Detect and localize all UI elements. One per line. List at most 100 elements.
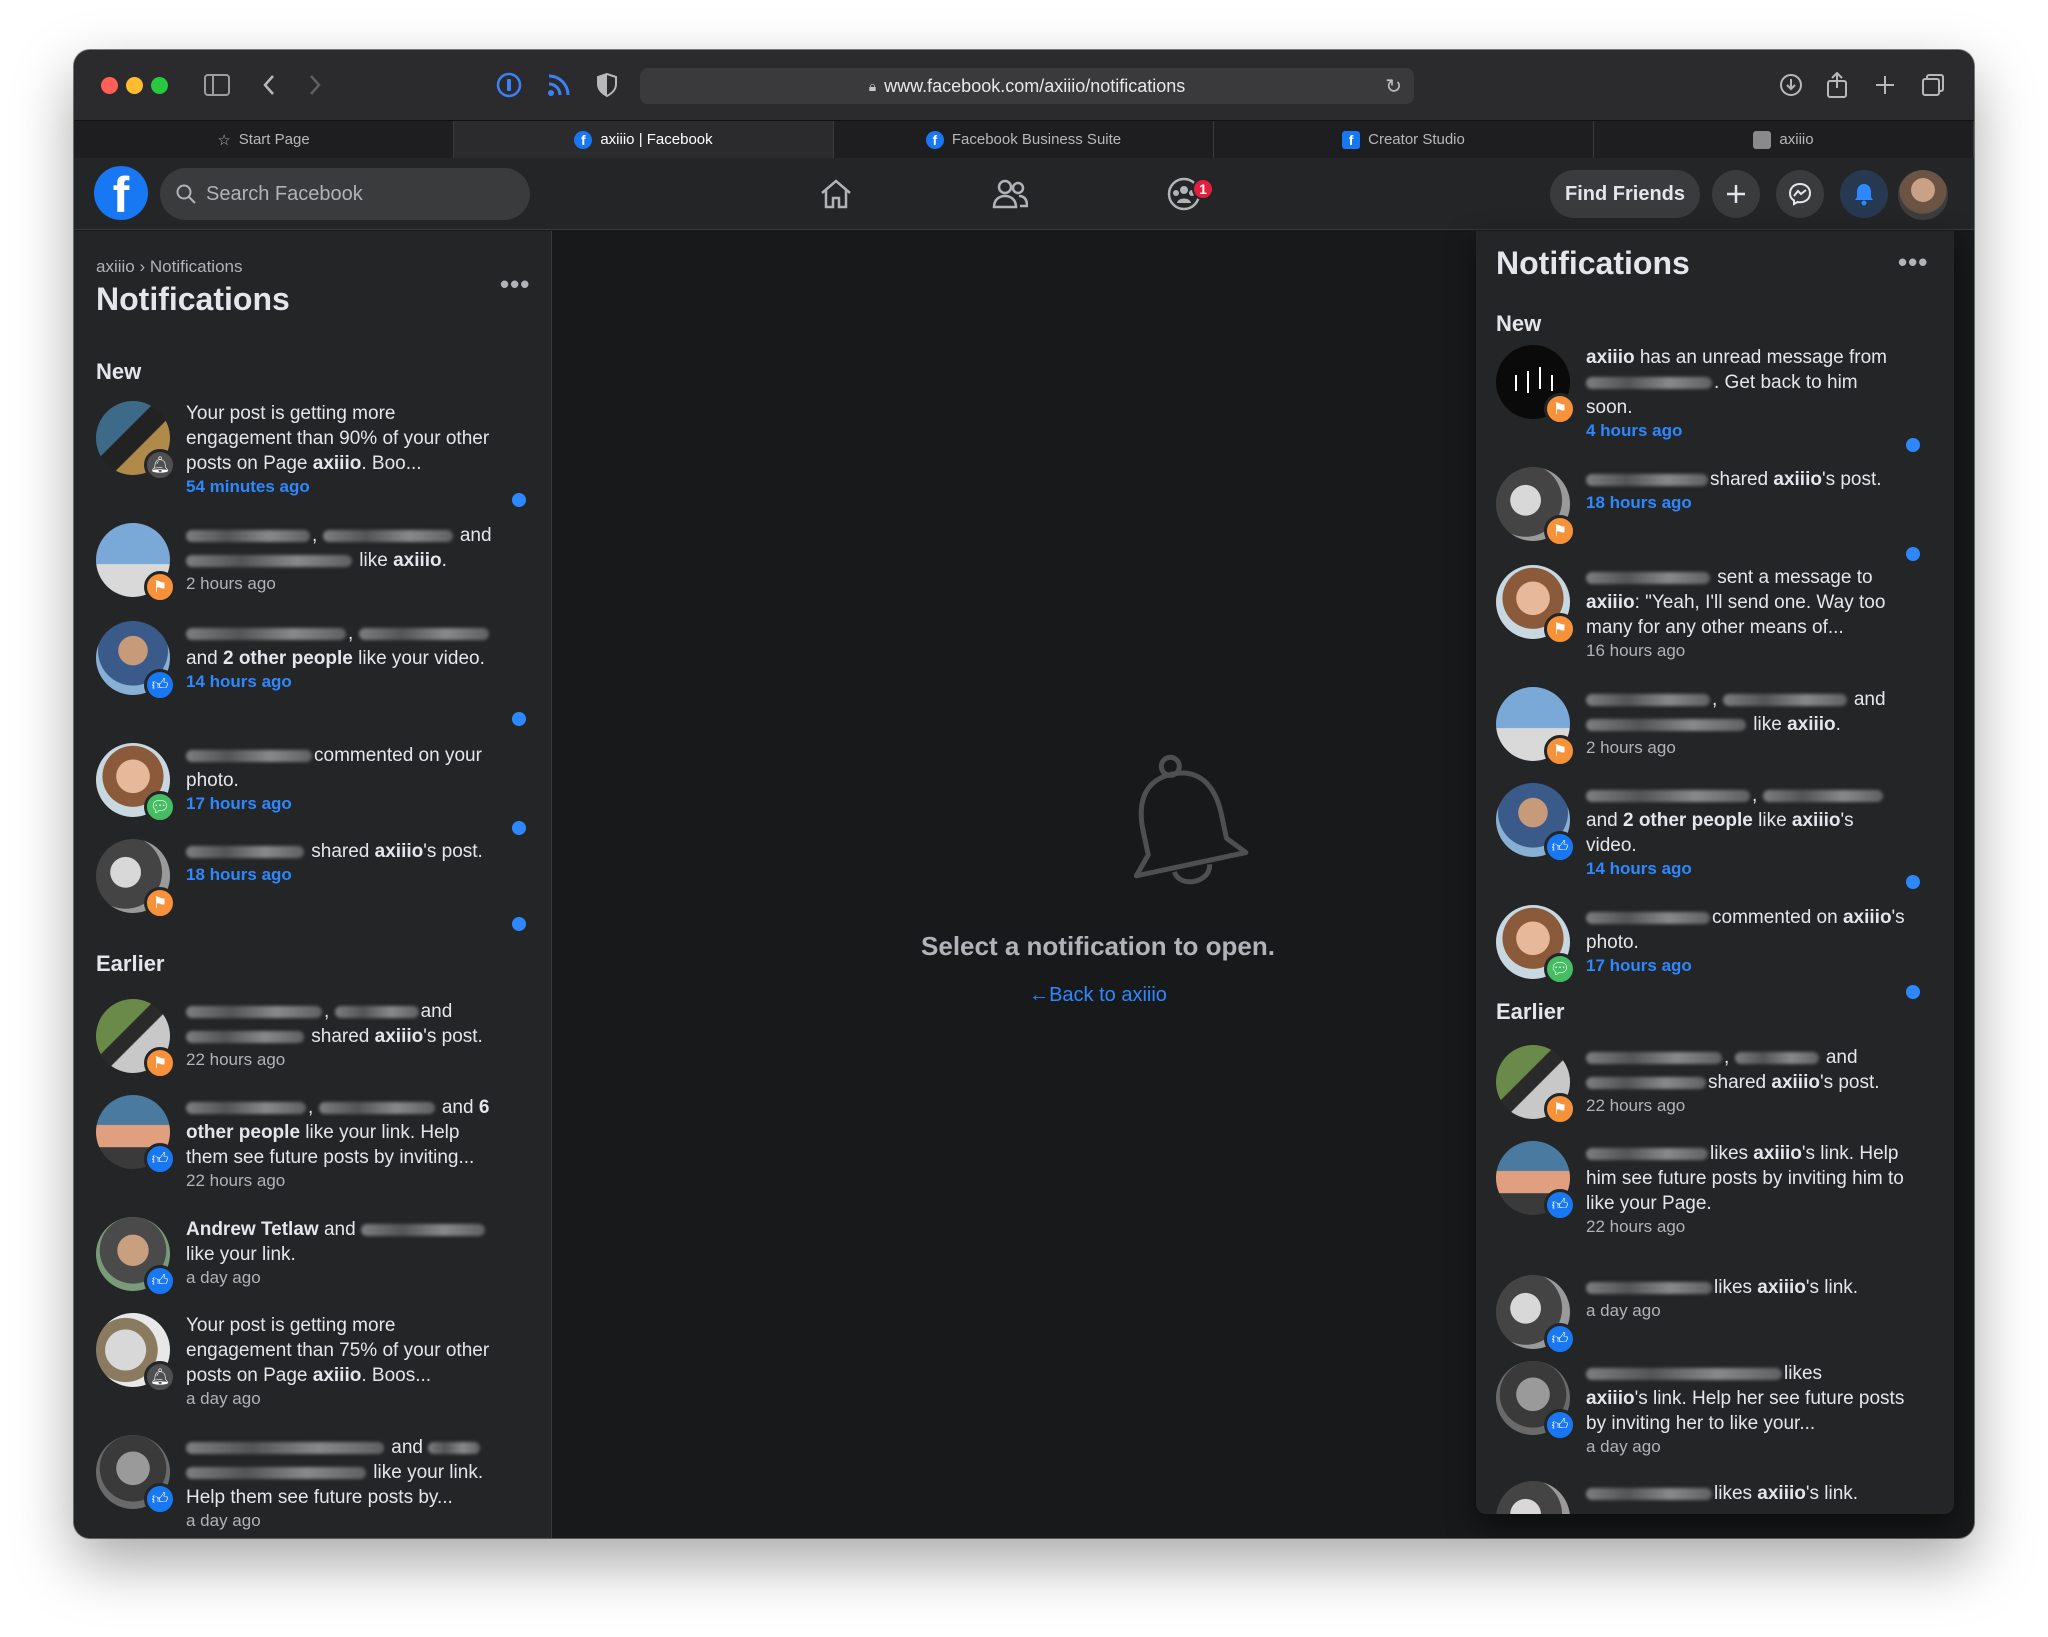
breadcrumb-parent-link[interactable]: axiiio	[96, 257, 135, 276]
tab-label: Start Page	[238, 131, 310, 148]
star-icon: ☆	[217, 131, 231, 149]
page-name: axiiio	[1586, 592, 1635, 613]
comment-bubble-icon: 💬︎	[144, 791, 176, 823]
like-thumb-icon: 👍︎	[1544, 1189, 1576, 1221]
like-thumb-icon: 👍︎	[144, 1265, 176, 1297]
notification-text-body: likes	[1784, 1363, 1823, 1384]
close-window-button[interactable]	[101, 77, 118, 94]
messenger-button[interactable]	[1776, 170, 1824, 218]
tab-axiiio[interactable]: axiiio	[1594, 121, 1974, 158]
people-count: 2 other people	[1622, 810, 1753, 831]
url-text: www.facebook.com/axiiio/notifications	[884, 75, 1186, 96]
notification-text: Andrew Tetlaw and like your link. a day …	[186, 1217, 506, 1289]
redacted-name	[1586, 911, 1710, 924]
share-icon[interactable]	[1820, 68, 1854, 102]
notification-text: sent a message to axiiio: "Yeah, I'll se…	[1586, 565, 1906, 662]
redacted-name	[1586, 1076, 1706, 1089]
page-name: axiiio	[1586, 347, 1635, 368]
notification-text-body: likes	[1714, 1277, 1758, 1298]
unread-dot	[1906, 438, 1920, 452]
more-options-icon[interactable]: •••	[1898, 247, 1928, 278]
notification-text: , and like axiiio. 2 hours ago	[186, 523, 506, 595]
friends-icon[interactable]	[988, 172, 1032, 216]
section-earlier-heading: Earlier	[1496, 999, 1565, 1024]
notification-text-body: like	[1753, 714, 1788, 735]
notification-text: , and shared axiiio's post. 22 hours ago	[1586, 1045, 1906, 1117]
redacted-name	[428, 1441, 481, 1454]
notifications-dropdown: Notifications ••• New ⚑ axiiio has an un…	[1476, 231, 1954, 1514]
address-bar[interactable]: 🔒︎ www.facebook.com/axiiio/notifications…	[640, 68, 1414, 104]
tab-start-page[interactable]: ☆ Start Page	[74, 121, 454, 158]
more-options-icon[interactable]: •••	[500, 269, 530, 300]
notification-text-tail: 's link.	[1805, 1483, 1859, 1504]
bell-badge-icon: 🔔︎	[144, 449, 176, 481]
notification-text: , and 6 other people like your link. Hel…	[186, 1095, 506, 1192]
sidebar-toggle-icon[interactable]	[200, 68, 234, 102]
profile-avatar[interactable]	[1898, 170, 1948, 220]
back-arrow-icon[interactable]	[252, 68, 286, 102]
notification-time: 14 hours ago	[186, 672, 292, 691]
zoom-window-button[interactable]	[151, 77, 168, 94]
home-icon[interactable]	[814, 172, 858, 216]
unread-dot	[512, 821, 526, 835]
notification-text-tail: like your link.	[186, 1244, 296, 1265]
notification-text-body: shared	[306, 1026, 375, 1047]
forward-arrow-icon[interactable]	[298, 68, 332, 102]
user-avatar	[1496, 1481, 1570, 1514]
redacted-name	[360, 1223, 485, 1236]
tab-overview-icon[interactable]	[1916, 68, 1950, 102]
notification-text-body: sent a message to	[1712, 567, 1873, 588]
flag-badge-icon: ⚑	[1544, 735, 1576, 767]
minimize-window-button[interactable]	[126, 77, 143, 94]
tab-label: axiiio	[1779, 131, 1814, 148]
tab-label: axiiio | Facebook	[600, 131, 713, 148]
page-name: axiiio	[1753, 1143, 1802, 1164]
notification-time: a day ago	[186, 1389, 261, 1408]
search-input[interactable]	[206, 182, 506, 206]
notification-time: 14 hours ago	[1586, 859, 1692, 878]
new-tab-plus-icon[interactable]	[1868, 68, 1902, 102]
search-box[interactable]	[160, 168, 530, 220]
breadcrumb-separator: ›	[139, 257, 146, 276]
redacted-name	[1586, 1487, 1712, 1500]
notification-text: likes axiiio's link. a day ago	[1586, 1275, 1906, 1322]
notification-text-tail: 's link.	[1805, 1277, 1859, 1298]
facebook-header: f 1 Find Friends	[74, 158, 1974, 230]
reload-icon[interactable]: ↻	[1385, 74, 1402, 99]
notifications-button[interactable]	[1840, 170, 1888, 218]
notification-text-body: and	[1825, 1047, 1858, 1068]
notification-text-tail: 's link. Help her see future posts by in…	[1586, 1388, 1905, 1434]
page-name: axiiio	[374, 1026, 424, 1047]
flag-badge-icon: ⚑	[1544, 515, 1576, 547]
notification-time: 4 hours ago	[1586, 421, 1683, 440]
section-new-heading: New	[96, 359, 142, 384]
notification-text-body: and	[391, 1437, 423, 1458]
page-name: axiiio	[1586, 1388, 1635, 1409]
tab-business-suite[interactable]: f Facebook Business Suite	[834, 121, 1214, 158]
redacted-name	[1586, 473, 1708, 486]
notification-time: 16 hours ago	[1586, 641, 1686, 660]
notification-text: , and 2 other people like axiiio's video…	[1586, 783, 1906, 880]
page-name: axiiio	[1757, 1277, 1806, 1298]
page-name: axiiio	[1791, 810, 1841, 831]
facebook-logo-icon[interactable]: f	[94, 166, 148, 220]
unread-dot	[512, 712, 526, 726]
groups-icon[interactable]: 1	[1162, 172, 1214, 216]
rss-feed-icon[interactable]	[542, 68, 576, 102]
redacted-name	[186, 1030, 304, 1043]
notification-text-tail: 's post.	[423, 1026, 483, 1047]
redacted-name	[1586, 789, 1750, 802]
downloads-icon[interactable]	[1774, 68, 1808, 102]
page-title: Notifications	[96, 281, 290, 317]
notification-text-tail: .	[441, 550, 447, 571]
find-friends-button[interactable]: Find Friends	[1550, 170, 1700, 218]
notification-time: 18 hours ago	[186, 865, 292, 884]
empty-state-message: Select a notification to open.	[921, 931, 1275, 961]
tab-axiiio-facebook[interactable]: f axiiio | Facebook	[454, 121, 834, 158]
notification-text-body: has an unread message from	[1634, 347, 1887, 368]
create-plus-button[interactable]	[1712, 170, 1760, 218]
password-manager-icon[interactable]	[492, 68, 526, 102]
privacy-shield-icon[interactable]	[590, 68, 624, 102]
back-to-page-link[interactable]: ←Back to axiiio	[1029, 984, 1167, 1007]
tab-creator-studio[interactable]: f Creator Studio	[1214, 121, 1594, 158]
